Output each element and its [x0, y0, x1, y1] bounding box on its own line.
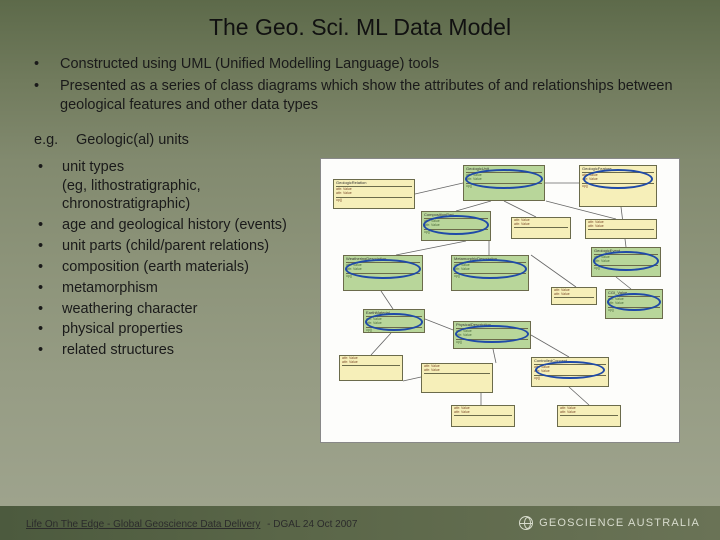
uml-box-rock: attr: Valueattr: Value: [421, 363, 493, 393]
bullet-dot-icon: •: [38, 300, 62, 319]
footer-left: Life On The Edge - Global Geoscience Dat…: [26, 514, 357, 532]
eg-text: Geologic(al) units: [76, 132, 189, 148]
bullet-dot-icon: •: [38, 216, 62, 235]
footer-logo-text: GEOSCIENCE AUSTRALIA: [539, 517, 700, 529]
sub-bullet-text: age and geological history (events): [62, 216, 287, 235]
uml-box-vocab: attr: Valueattr: Value: [557, 405, 621, 427]
slide: The Geo. Sci. ML Data Model • Constructe…: [0, 0, 720, 540]
sub-bullet-text: metamorphism: [62, 279, 158, 298]
top-bullet-list: • Constructed using UML (Unified Modelli…: [28, 55, 692, 116]
sub-bullet-text: unit types (eg, lithostratigraphic, chro…: [62, 158, 308, 215]
sub-bullet-item: •related structures: [38, 341, 308, 360]
left-column: •unit types (eg, lithostratigraphic, chr…: [28, 158, 308, 362]
highlight-ring: [593, 251, 659, 271]
highlight-ring: [345, 259, 421, 279]
globe-icon: [519, 516, 533, 530]
top-bullet-text: Constructed using UML (Unified Modelling…: [60, 55, 439, 75]
uml-box-geologic-rel: GeologicRelationattr: Valueattr: Valueop…: [333, 179, 415, 209]
sub-bullet-item: •metamorphism: [38, 279, 308, 298]
bullet-dot-icon: •: [34, 77, 60, 97]
footer-logo: GEOSCIENCE AUSTRALIA: [519, 516, 700, 530]
highlight-ring: [455, 325, 529, 343]
highlight-ring: [423, 215, 489, 235]
bullet-dot-icon: •: [34, 55, 60, 75]
top-bullet-text: Presented as a series of class diagrams …: [60, 77, 692, 116]
sub-bullet-text: weathering character: [62, 300, 197, 319]
highlight-ring: [465, 169, 543, 189]
sub-bullet-text: composition (earth materials): [62, 258, 249, 277]
uml-box-structure: attr: Valueattr: Value: [451, 405, 515, 427]
highlight-ring: [607, 293, 661, 311]
example-heading: e.g. Geologic(al) units: [28, 132, 692, 148]
top-bullet-item: • Presented as a series of class diagram…: [34, 77, 692, 116]
sub-bullet-text: physical properties: [62, 320, 183, 339]
sub-bullet-item: •unit parts (child/parent relations): [38, 237, 308, 256]
bullet-dot-icon: •: [38, 341, 62, 360]
footer-bar: Life On The Edge - Global Geoscience Dat…: [0, 506, 720, 540]
bullet-dot-icon: •: [38, 258, 62, 277]
highlight-ring: [365, 313, 423, 331]
uml-box-unit-part: attr: Valueattr: Value: [339, 355, 403, 381]
content-columns: •unit types (eg, lithostratigraphic, chr…: [28, 158, 692, 443]
bullet-dot-icon: •: [38, 279, 62, 298]
uml-box-lith-unit: attr: Valueattr: Value: [585, 219, 657, 239]
right-column: GeologicUnitattr: Valueattr: Valueop()Ge…: [320, 158, 692, 443]
footer-link[interactable]: Life On The Edge - Global Geoscience Dat…: [26, 519, 260, 530]
sub-bullet-list: •unit types (eg, lithostratigraphic, chr…: [28, 158, 308, 360]
highlight-ring: [583, 169, 653, 189]
highlight-ring: [535, 361, 605, 379]
sub-bullet-item: •composition (earth materials): [38, 258, 308, 277]
sub-bullet-text: unit parts (child/parent relations): [62, 237, 269, 256]
sub-bullet-item: •physical properties: [38, 320, 308, 339]
bullet-dot-icon: •: [38, 237, 62, 256]
sub-bullet-item: •age and geological history (events): [38, 216, 308, 235]
eg-label: e.g.: [34, 132, 72, 148]
sub-bullet-item: •unit types (eg, lithostratigraphic, chr…: [38, 158, 308, 215]
sub-bullet-item: •weathering character: [38, 300, 308, 319]
slide-title: The Geo. Sci. ML Data Model: [28, 14, 692, 41]
footer-date: - DGAL 24 Oct 2007: [264, 519, 357, 530]
highlight-ring: [453, 259, 527, 279]
uml-box-fabric: attr: Valueattr: Value: [551, 287, 597, 305]
uml-box-strat-unit: attr: Valueattr: Value: [511, 217, 571, 239]
sub-bullet-text: related structures: [62, 341, 174, 360]
uml-class-diagram: GeologicUnitattr: Valueattr: Valueop()Ge…: [320, 158, 680, 443]
top-bullet-item: • Constructed using UML (Unified Modelli…: [34, 55, 692, 75]
bullet-dot-icon: •: [38, 320, 62, 339]
bullet-dot-icon: •: [38, 158, 62, 177]
